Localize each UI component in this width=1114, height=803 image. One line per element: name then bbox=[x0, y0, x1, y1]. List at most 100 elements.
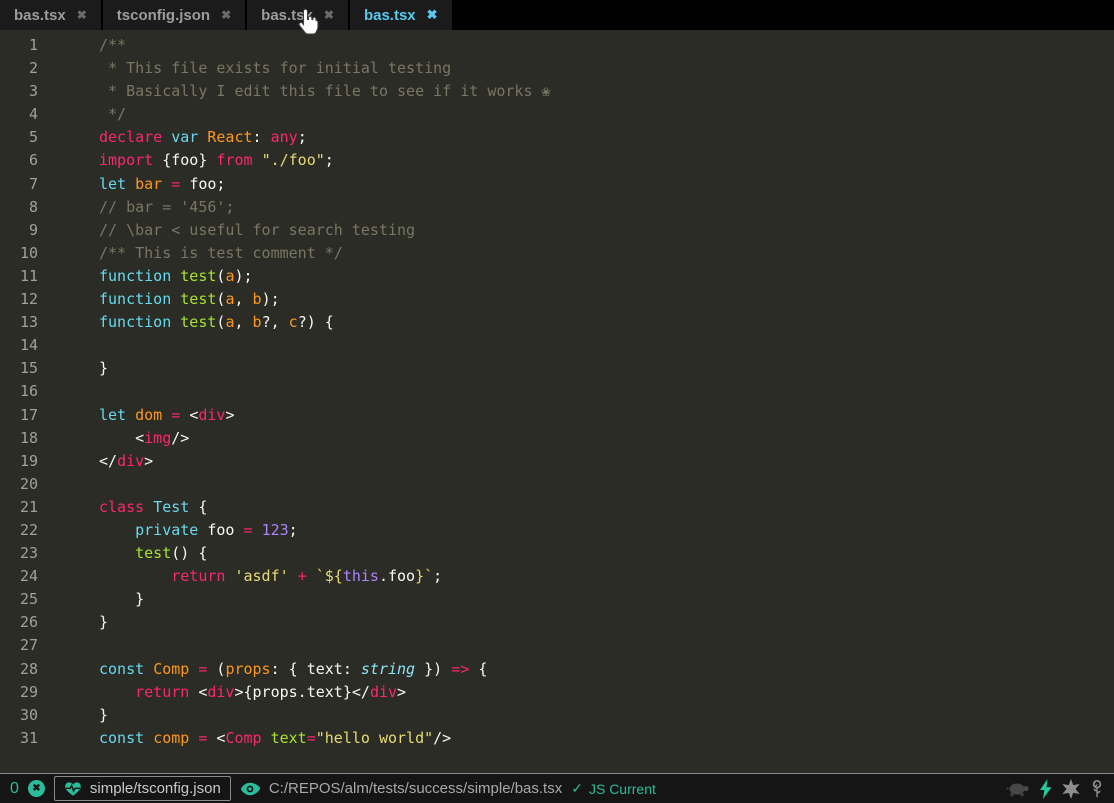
code-line[interactable]: 20 bbox=[0, 473, 1114, 496]
code-text: declare var React: any; bbox=[99, 126, 307, 149]
code-line[interactable]: 1 /** bbox=[0, 34, 1114, 57]
code-text: class Test { bbox=[99, 496, 207, 519]
code-line[interactable]: 15} bbox=[0, 357, 1114, 380]
code-line[interactable]: 11function test(a); bbox=[0, 265, 1114, 288]
line-number: 12 bbox=[0, 288, 38, 311]
line-number: 31 bbox=[0, 727, 38, 750]
close-circle-icon: ✖ bbox=[32, 783, 40, 794]
code-text: * This file exists for initial testing bbox=[99, 57, 451, 80]
code-text: function test(a, b?, c?) { bbox=[99, 311, 334, 334]
line-number: 19 bbox=[0, 450, 38, 473]
code-line[interactable]: 18 <img/> bbox=[0, 427, 1114, 450]
line-number: 25 bbox=[0, 588, 38, 611]
line-number: 2 bbox=[0, 57, 38, 80]
tab-bar: bas.tsx✖tsconfig.json✖bas.tsx✖bas.tsx✖ bbox=[0, 0, 1114, 30]
code-text: const Comp = (props: { text: string }) =… bbox=[99, 658, 487, 681]
code-line[interactable]: 25 } bbox=[0, 588, 1114, 611]
line-number: 20 bbox=[0, 473, 38, 496]
code-line[interactable]: 17let dom = <div> bbox=[0, 404, 1114, 427]
clear-errors-button[interactable]: ✖ bbox=[28, 780, 45, 797]
tab-bas-tsx[interactable]: bas.tsx ✖ bbox=[247, 0, 348, 30]
line-number: 28 bbox=[0, 658, 38, 681]
js-status: ✓ JS Current bbox=[571, 780, 656, 797]
line-number: 22 bbox=[0, 519, 38, 542]
eye-icon[interactable] bbox=[240, 782, 260, 796]
code-line[interactable]: 26} bbox=[0, 611, 1114, 634]
status-bar: 0 ✖ simple/tsconfig.json C:/REPOS/alm/te… bbox=[0, 773, 1114, 803]
code-text: // bar = '456'; bbox=[99, 196, 234, 219]
heart-pulse-icon bbox=[64, 781, 82, 797]
code-line[interactable]: 21 class Test { bbox=[0, 496, 1114, 519]
tab-bas-tsx[interactable]: bas.tsx ✖ bbox=[0, 0, 101, 30]
code-line[interactable]: 13 function test(a, b?, c?) { bbox=[0, 311, 1114, 334]
rose-icon[interactable] bbox=[1090, 779, 1104, 799]
code-line[interactable]: 2 * This file exists for initial testing bbox=[0, 57, 1114, 80]
code-text: } bbox=[99, 704, 108, 727]
code-text: } bbox=[99, 588, 144, 611]
code-line[interactable]: 10/** This is test comment */ bbox=[0, 242, 1114, 265]
line-number: 26 bbox=[0, 611, 38, 634]
code-line[interactable]: 16 bbox=[0, 380, 1114, 403]
tab-label: bas.tsx bbox=[261, 7, 313, 24]
code-text: test() { bbox=[99, 542, 207, 565]
line-number: 24 bbox=[0, 565, 38, 588]
line-number: 29 bbox=[0, 681, 38, 704]
error-count: 0 bbox=[10, 780, 19, 798]
code-line[interactable]: 4 */ bbox=[0, 103, 1114, 126]
active-project-selector[interactable]: simple/tsconfig.json bbox=[54, 776, 231, 801]
code-line[interactable]: 28 const Comp = (props: { text: string })… bbox=[0, 658, 1114, 681]
code-text: */ bbox=[99, 103, 126, 126]
line-number: 6 bbox=[0, 149, 38, 172]
code-line[interactable]: 24 return 'asdf' + `${this.foo}`; bbox=[0, 565, 1114, 588]
line-number: 21 bbox=[0, 496, 38, 519]
lightning-icon[interactable] bbox=[1040, 779, 1052, 799]
code-line[interactable]: 14 bbox=[0, 334, 1114, 357]
check-icon: ✓ bbox=[571, 780, 583, 797]
code-line[interactable]: 6 import {foo} from "./foo"; bbox=[0, 149, 1114, 172]
code-text: /** bbox=[99, 34, 126, 57]
code-text: return <div>{props.text}</div> bbox=[99, 681, 406, 704]
tab-close-icon[interactable]: ✖ bbox=[77, 8, 87, 22]
code-text: * Basically I edit this file to see if i… bbox=[99, 80, 551, 103]
line-number: 1 bbox=[0, 34, 38, 57]
code-line[interactable]: 7let bar = foo; bbox=[0, 173, 1114, 196]
code-line[interactable]: 30} bbox=[0, 704, 1114, 727]
line-number: 14 bbox=[0, 334, 38, 357]
tab-bas-tsx[interactable]: bas.tsx✖ bbox=[350, 0, 452, 30]
code-line[interactable]: 19 </div> bbox=[0, 450, 1114, 473]
line-number: 9 bbox=[0, 219, 38, 242]
code-text: </div> bbox=[99, 450, 153, 473]
code-text: import {foo} from "./foo"; bbox=[99, 149, 334, 172]
code-line[interactable]: 5 declare var React: any; bbox=[0, 126, 1114, 149]
status-right-icons bbox=[1005, 779, 1104, 799]
line-number: 30 bbox=[0, 704, 38, 727]
code-editor[interactable]: 1/**2 * This file exists for initial tes… bbox=[0, 30, 1114, 773]
code-text: private foo = 123; bbox=[99, 519, 298, 542]
tab-close-icon[interactable]: ✖ bbox=[324, 8, 334, 22]
line-number: 5 bbox=[0, 126, 38, 149]
tab-close-icon[interactable]: ✖ bbox=[221, 8, 231, 22]
line-number: 13 bbox=[0, 311, 38, 334]
code-line[interactable]: 27 bbox=[0, 634, 1114, 657]
code-line[interactable]: 29 return <div>{props.text}</div> bbox=[0, 681, 1114, 704]
star-icon[interactable] bbox=[1061, 779, 1081, 799]
line-number: 23 bbox=[0, 542, 38, 565]
line-number: 17 bbox=[0, 404, 38, 427]
code-line[interactable]: 23 test() { bbox=[0, 542, 1114, 565]
code-line[interactable]: 3 * Basically I edit this file to see if… bbox=[0, 80, 1114, 103]
line-number: 18 bbox=[0, 427, 38, 450]
tab-tsconfig-json[interactable]: tsconfig.json ✖ bbox=[103, 0, 245, 30]
tab-label: bas.tsx bbox=[14, 7, 66, 24]
code-line[interactable]: 12function test(a, b); bbox=[0, 288, 1114, 311]
line-number: 15 bbox=[0, 357, 38, 380]
code-text: const comp = <Comp text="hello world"/> bbox=[99, 727, 451, 750]
tab-close-icon[interactable]: ✖ bbox=[427, 7, 438, 23]
code-text: let bar = foo; bbox=[99, 173, 225, 196]
code-text: // \bar < useful for search testing bbox=[99, 219, 415, 242]
tab-label: tsconfig.json bbox=[117, 7, 210, 24]
code-line[interactable]: 22 private foo = 123; bbox=[0, 519, 1114, 542]
code-line[interactable]: 31 const comp = <Comp text="hello world"/… bbox=[0, 727, 1114, 750]
turtle-icon[interactable] bbox=[1005, 780, 1031, 798]
code-line[interactable]: 8// bar = '456'; bbox=[0, 196, 1114, 219]
code-line[interactable]: 9 // \bar < useful for search testing bbox=[0, 219, 1114, 242]
